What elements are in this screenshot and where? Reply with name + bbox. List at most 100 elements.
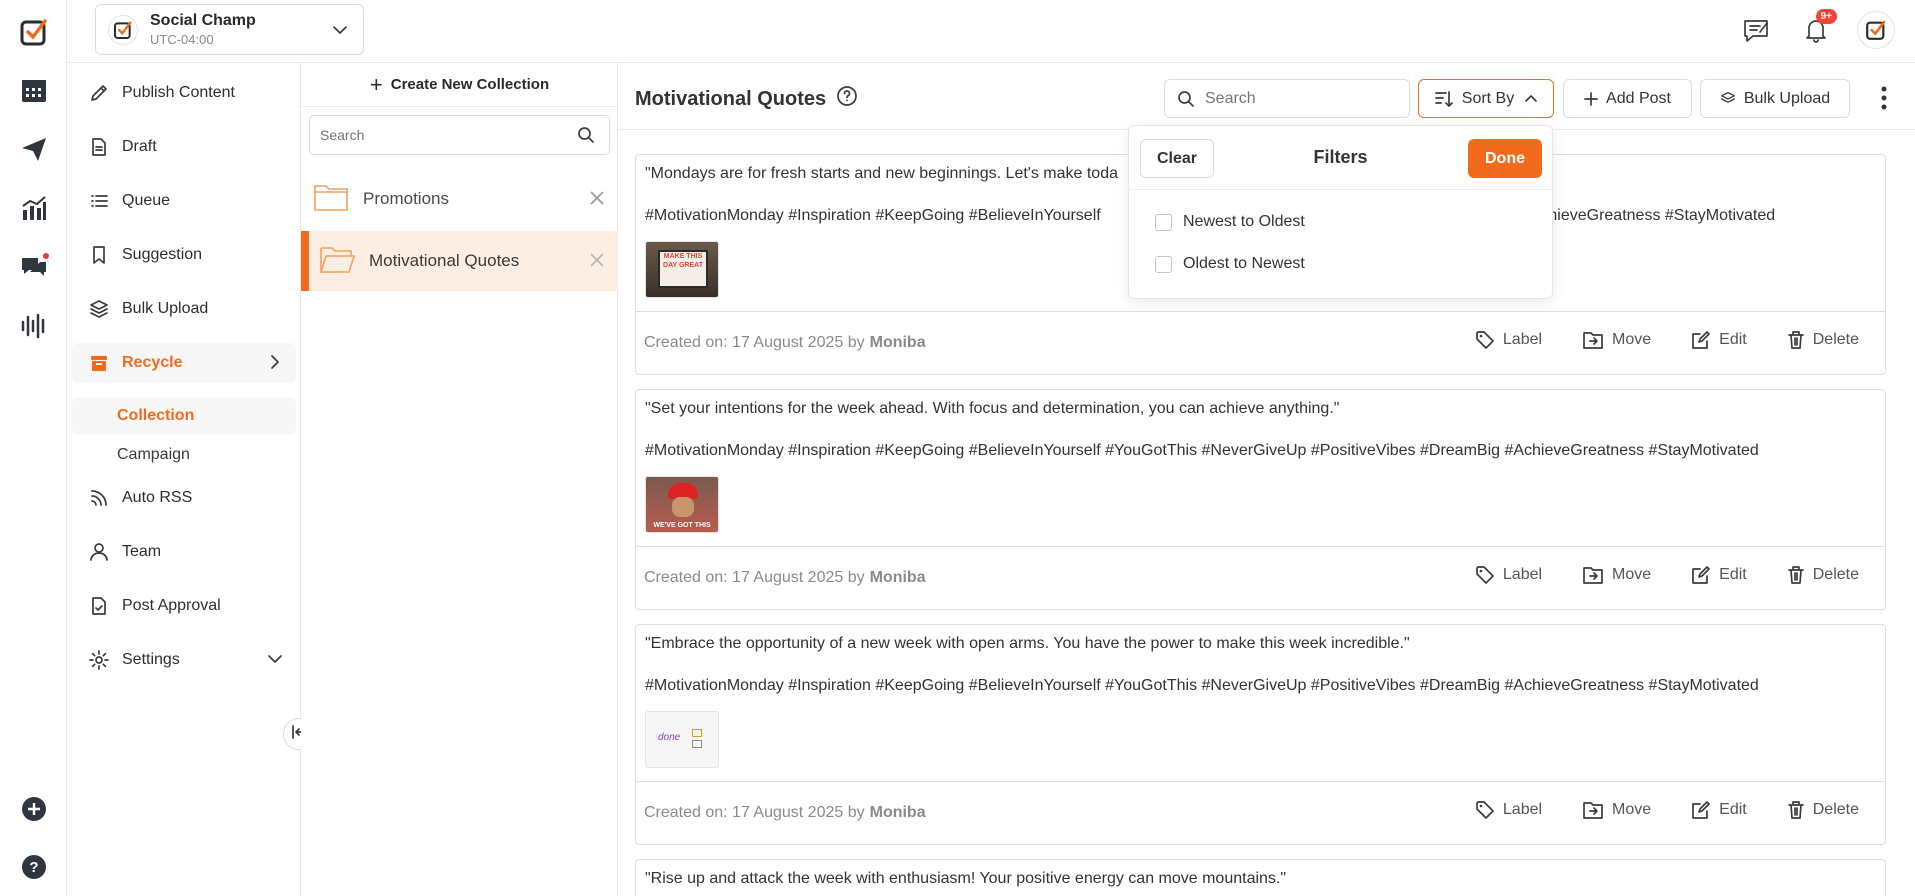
help-circle-icon[interactable] [836, 85, 858, 113]
sort-by-button[interactable]: Sort By [1418, 79, 1554, 118]
bulk-upload-label: Bulk Upload [1743, 89, 1831, 107]
post-created: Created on: 17 August 2025 by [644, 804, 865, 821]
move-button[interactable]: Move [1582, 330, 1651, 350]
filter-option-oldest[interactable]: Oldest to Newest [1155, 255, 1305, 273]
filter-option-label: Newest to Oldest [1183, 213, 1305, 230]
search-icon [1177, 90, 1195, 113]
layers-icon [88, 298, 110, 320]
thumbnail-lightbox-text: MAKE THIS DAY GREAT [658, 250, 708, 288]
collection-search-input[interactable] [320, 127, 560, 143]
add-post-label: Add Post [1606, 89, 1671, 107]
filter-option-newest[interactable]: Newest to Oldest [1155, 213, 1305, 231]
sidebar-item-suggestion[interactable]: Suggestion [72, 235, 296, 275]
main-header: Motivational Quotes Sort By Add Post Bul… [618, 63, 1915, 130]
delete-button[interactable]: Delete [1787, 330, 1859, 350]
chevron-right-icon [266, 353, 284, 376]
sidebar-item-auto-rss[interactable]: Auto RSS [72, 478, 296, 518]
logo-icon[interactable] [18, 16, 50, 48]
filters-header: Clear Filters Done [1129, 126, 1552, 190]
sidebar-item-settings[interactable]: Settings [72, 640, 296, 680]
sidebar-item-team[interactable]: Team [72, 532, 296, 572]
label-button[interactable]: Label [1475, 565, 1542, 585]
add-post-button[interactable]: Add Post [1563, 79, 1692, 118]
bulk-upload-button[interactable]: Bulk Upload [1700, 79, 1850, 118]
add-icon[interactable] [18, 793, 50, 825]
sidebar-subitem-label: Campaign [117, 446, 190, 463]
bookmark-icon [88, 244, 110, 266]
label-button[interactable]: Label [1475, 330, 1542, 350]
notification-bell-icon[interactable]: 9+ [1797, 9, 1837, 49]
edit-button[interactable]: Edit [1691, 330, 1747, 350]
sidebar-item-label: Suggestion [122, 246, 203, 263]
help-icon[interactable]: ? [18, 851, 50, 883]
create-collection-button[interactable]: + Create New Collection [301, 63, 618, 107]
post-footer: Created on: 17 August 2025 by Moniba Labe… [636, 546, 1885, 609]
post-created: Created on: 17 August 2025 by [644, 569, 865, 586]
sidebar-item-label: Recycle [122, 354, 183, 371]
workspace-selector[interactable]: Social Champ UTC-04:00 [95, 4, 364, 55]
sidebar-item-queue[interactable]: Queue [72, 181, 296, 221]
label-text: Label [1502, 801, 1543, 818]
profile-avatar[interactable] [1857, 11, 1895, 49]
edit-text: Edit [1719, 566, 1747, 583]
sidebar: Publish Content Draft Queue Suggestion B… [67, 63, 301, 896]
post-card: "Set your intentions for the week ahead.… [635, 389, 1886, 610]
sidebar-item-label: Auto RSS [122, 489, 193, 506]
sidebar-item-label: Team [122, 543, 162, 560]
folder-move-icon [1582, 330, 1604, 350]
plus-icon: + [369, 71, 383, 97]
sidebar-item-bulk-upload[interactable]: Bulk Upload [72, 289, 296, 329]
edit-icon [1691, 800, 1711, 820]
send-icon[interactable] [18, 133, 50, 165]
collection-item-label: Motivational Quotes [369, 251, 520, 270]
checkbox[interactable] [1155, 213, 1172, 231]
analytics-icon[interactable] [18, 192, 50, 224]
collection-item-label: Promotions [363, 189, 449, 208]
notification-badge: 9+ [1815, 9, 1837, 24]
post-tags: #MotivationMonday #Inspiration #KeepGoin… [645, 442, 1759, 459]
sidebar-subitem-collection[interactable]: Collection [72, 397, 296, 435]
post-thumbnail[interactable]: done [645, 711, 719, 768]
post-quote: "Rise up and attack the week with enthus… [645, 870, 1287, 887]
list-icon [88, 190, 110, 212]
notes-icon[interactable] [1737, 11, 1775, 49]
folder-icon [313, 181, 349, 218]
edit-button[interactable]: Edit [1691, 800, 1747, 820]
collection-item-promotions[interactable]: Promotions [301, 169, 618, 229]
edit-button[interactable]: Edit [1691, 565, 1747, 585]
label-button[interactable]: Label [1475, 800, 1542, 820]
delete-button[interactable]: Delete [1787, 565, 1859, 585]
sidebar-item-recycle[interactable]: Recycle [72, 343, 296, 383]
workspace-timezone: UTC-04:00 [150, 32, 214, 47]
sidebar-subitem-campaign[interactable]: Campaign [72, 436, 296, 474]
thumbnail-caption: WE'VE GOT THIS [653, 522, 711, 529]
listening-icon[interactable] [18, 310, 50, 342]
move-button[interactable]: Move [1582, 565, 1651, 585]
checkbox[interactable] [1155, 255, 1172, 273]
edit-icon [1691, 565, 1711, 585]
more-options-icon[interactable] [1880, 85, 1888, 116]
collection-item-motivational-quotes[interactable]: Motivational Quotes [301, 231, 618, 291]
sidebar-item-post-approval[interactable]: Post Approval [72, 586, 296, 626]
sidebar-item-draft[interactable]: Draft [72, 127, 296, 167]
search-icon[interactable] [577, 126, 595, 149]
main-search [1164, 79, 1410, 118]
close-icon[interactable] [588, 189, 606, 212]
layers-icon [1720, 91, 1736, 107]
recycle-icon [88, 352, 110, 374]
page-title: Motivational Quotes [635, 85, 858, 113]
post-card: "Embrace the opportunity of a new week w… [635, 624, 1886, 845]
main-search-input[interactable] [1205, 89, 1395, 108]
sidebar-item-publish-content[interactable]: Publish Content [72, 73, 296, 113]
trash-icon [1787, 330, 1805, 350]
close-icon[interactable] [588, 251, 606, 274]
engagement-icon[interactable] [18, 251, 50, 283]
move-button[interactable]: Move [1582, 800, 1651, 820]
done-button[interactable]: Done [1468, 139, 1542, 178]
post-thumbnail[interactable]: MAKE THIS DAY GREAT [645, 241, 719, 298]
delete-button[interactable]: Delete [1787, 800, 1859, 820]
post-thumbnail[interactable]: WE'VE GOT THIS [645, 476, 719, 533]
post-footer: Created on: 17 August 2025 by Moniba Labe… [636, 781, 1885, 844]
sidebar-item-label: Settings [122, 651, 180, 668]
calendar-icon[interactable] [18, 74, 50, 106]
